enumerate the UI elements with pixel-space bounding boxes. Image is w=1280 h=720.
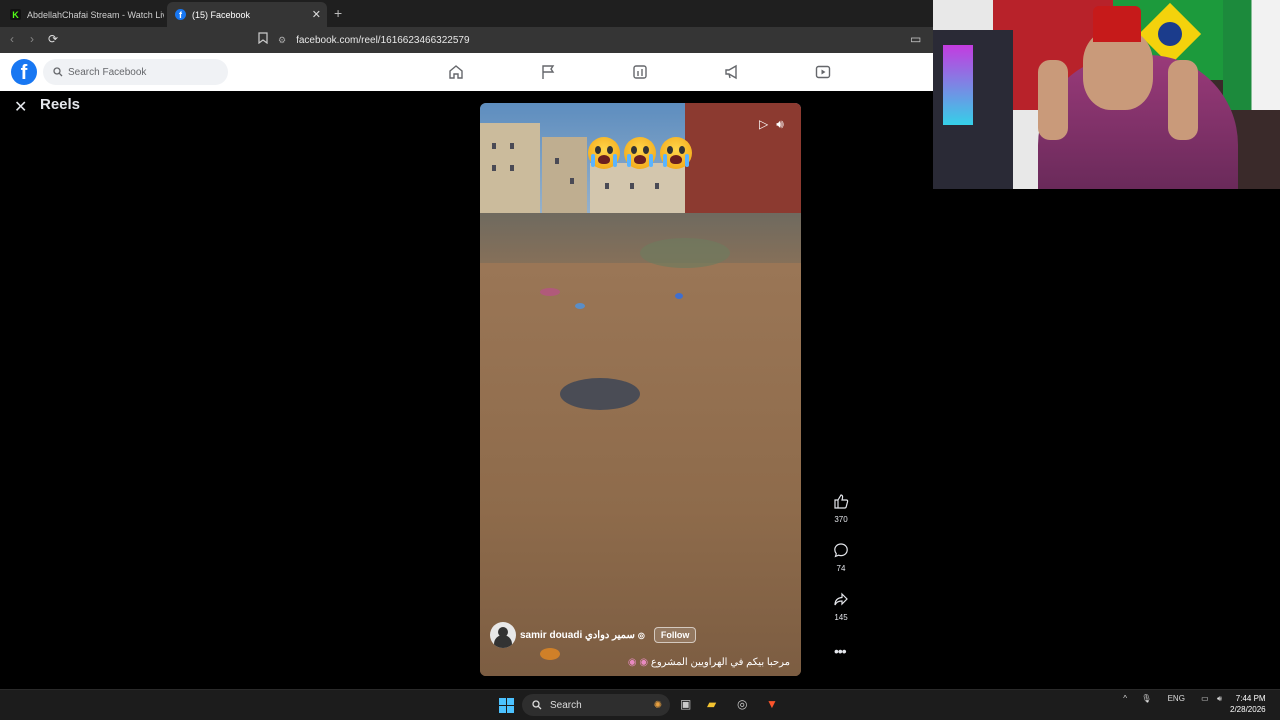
play-icon[interactable]: ▷ xyxy=(759,117,768,131)
flag-icon[interactable] xyxy=(540,64,556,80)
like-button[interactable]: 370 xyxy=(826,493,856,524)
share-button[interactable]: 145 xyxy=(826,591,856,622)
window xyxy=(492,165,496,171)
window xyxy=(555,158,559,164)
video-building xyxy=(480,123,540,223)
site-info-icon[interactable]: ⚙ xyxy=(278,35,286,46)
facebook-logo-icon[interactable]: f xyxy=(11,59,37,85)
taskbar-clock[interactable]: 7:44 PM 2/28/2026 xyxy=(1230,693,1266,715)
crying-emoji-icon xyxy=(588,137,620,169)
clock-date: 2/28/2026 xyxy=(1230,705,1266,714)
verified-badge-icon: ◎ xyxy=(637,630,645,640)
language-indicator[interactable]: ENG xyxy=(1168,694,1185,703)
crying-emoji-icon xyxy=(660,137,692,169)
windows-start-icon[interactable] xyxy=(499,698,514,713)
window xyxy=(655,183,659,189)
network-icon[interactable]: ▭ xyxy=(1201,694,1209,703)
url-text: facebook.com/reel/1616623466322579 xyxy=(296,34,470,46)
reel-author: samir douadi سمير دوادي ◎ Follow xyxy=(490,622,697,648)
marketplace-icon[interactable] xyxy=(632,64,648,80)
kick-icon: K xyxy=(10,9,21,20)
app-icon[interactable]: ◎ xyxy=(737,697,747,711)
volume-icon[interactable]: 🔊︎ xyxy=(1217,694,1222,703)
comment-count: 74 xyxy=(836,564,846,573)
share-icon xyxy=(834,592,848,606)
taskbar-search-label: Search xyxy=(550,699,582,711)
window xyxy=(605,183,609,189)
tab-title: (15) Facebook xyxy=(192,9,251,20)
fez-hat xyxy=(1093,6,1141,42)
video-debris xyxy=(540,288,560,296)
comment-icon xyxy=(834,543,848,558)
author-name[interactable]: samir douadi سمير دوادي xyxy=(520,630,635,641)
search-input[interactable]: Search Facebook xyxy=(43,59,228,85)
microphone-icon[interactable]: 🎙︎ xyxy=(1141,694,1151,703)
video-puddle xyxy=(640,238,730,268)
address-bar-row: ‹ › ⟳ ⚙ facebook.com/reel/16166234663225… xyxy=(0,27,933,53)
video-debris xyxy=(675,293,683,299)
video-debris xyxy=(540,648,560,660)
window xyxy=(510,143,514,149)
facebook-header: f Search Facebook xyxy=(0,53,933,91)
new-tab-button[interactable]: + xyxy=(334,5,342,21)
clock-time: 7:44 PM xyxy=(1235,694,1266,703)
more-options-icon[interactable]: ••• xyxy=(834,643,847,659)
close-tab-icon[interactable]: ✕ xyxy=(312,8,321,21)
search-icon xyxy=(53,67,63,77)
caption-text: مرحبا بيكم في الهراويين المشروع xyxy=(650,657,790,668)
webcam-overlay xyxy=(933,0,1280,189)
window xyxy=(510,165,514,171)
algeria-flag xyxy=(1223,0,1280,110)
share-count: 145 xyxy=(834,613,848,622)
video-building xyxy=(542,137,587,223)
volume-icon[interactable]: 🔊︎ xyxy=(776,117,784,131)
crying-emoji-icon xyxy=(624,137,656,169)
show-hidden-icons-icon[interactable]: ^ xyxy=(1123,694,1127,703)
reel-caption[interactable]: مرحبا بيكم في الهراويين المشروع ◉ ◉ xyxy=(628,657,790,668)
reload-icon[interactable]: ⟳ xyxy=(48,32,58,46)
video-dirt-ground xyxy=(480,263,801,676)
back-icon[interactable]: ‹ xyxy=(10,32,14,46)
forward-icon[interactable]: › xyxy=(30,32,34,46)
windows-taskbar: Search ✺ ▣ ▰ ◎ ▼ ^ 🎙︎ ENG ▭ 🔊︎ 7:44 PM 2… xyxy=(0,689,1280,720)
window xyxy=(630,183,634,189)
system-tray: ^ 🎙︎ ENG ▭ 🔊︎ xyxy=(1123,694,1222,704)
video-debris xyxy=(575,303,585,309)
megaphone-icon[interactable] xyxy=(724,64,740,80)
search-placeholder: Search Facebook xyxy=(68,66,147,78)
window xyxy=(570,178,574,184)
like-icon xyxy=(834,494,849,509)
streamer-hand xyxy=(1168,60,1198,140)
url-field[interactable]: ⚙ facebook.com/reel/1616623466322579 xyxy=(278,31,908,49)
follow-button[interactable]: Follow xyxy=(653,627,697,643)
streamer-hand xyxy=(1038,60,1068,140)
facebook-icon: f xyxy=(175,9,186,20)
streamer-face xyxy=(1083,30,1153,110)
close-reels-icon[interactable]: ✕ xyxy=(14,97,27,117)
search-icon xyxy=(532,700,542,710)
like-count: 370 xyxy=(834,515,848,524)
tab-title: AbdellahChafai Stream - Watch Live xyxy=(27,9,164,20)
video-controls: ▷ 🔊︎ xyxy=(759,117,792,132)
video-icon[interactable] xyxy=(815,64,831,80)
tab-abdellahchafai-stream[interactable]: K AbdellahChafai Stream - Watch Live xyxy=(2,2,164,27)
search-highlight-icon: ✺ xyxy=(653,699,662,711)
caption-emoji-icon: ◉ ◉ xyxy=(627,657,649,668)
bookmark-icon[interactable] xyxy=(258,32,268,47)
video-debris xyxy=(560,378,640,410)
brave-browser-icon[interactable]: ▼ xyxy=(766,697,778,711)
avatar[interactable] xyxy=(490,622,516,648)
task-view-icon[interactable]: ▣ xyxy=(680,697,691,711)
taskbar-search-input[interactable]: Search ✺ xyxy=(522,694,670,716)
page-title: Reels xyxy=(40,96,81,113)
reel-video[interactable]: ▷ 🔊︎ samir douadi سمير دوادي ◎ Follow مرح… xyxy=(480,103,801,676)
home-icon[interactable] xyxy=(448,64,464,80)
file-explorer-icon[interactable]: ▰ xyxy=(707,697,716,711)
rgb-lights xyxy=(943,45,973,125)
brazil-flag-globe xyxy=(1158,22,1182,46)
window xyxy=(492,143,496,149)
tab-facebook[interactable]: f (15) Facebook ✕ xyxy=(167,2,327,27)
cast-icon[interactable]: ▭ xyxy=(910,32,921,46)
comment-button[interactable]: 74 xyxy=(826,542,856,573)
